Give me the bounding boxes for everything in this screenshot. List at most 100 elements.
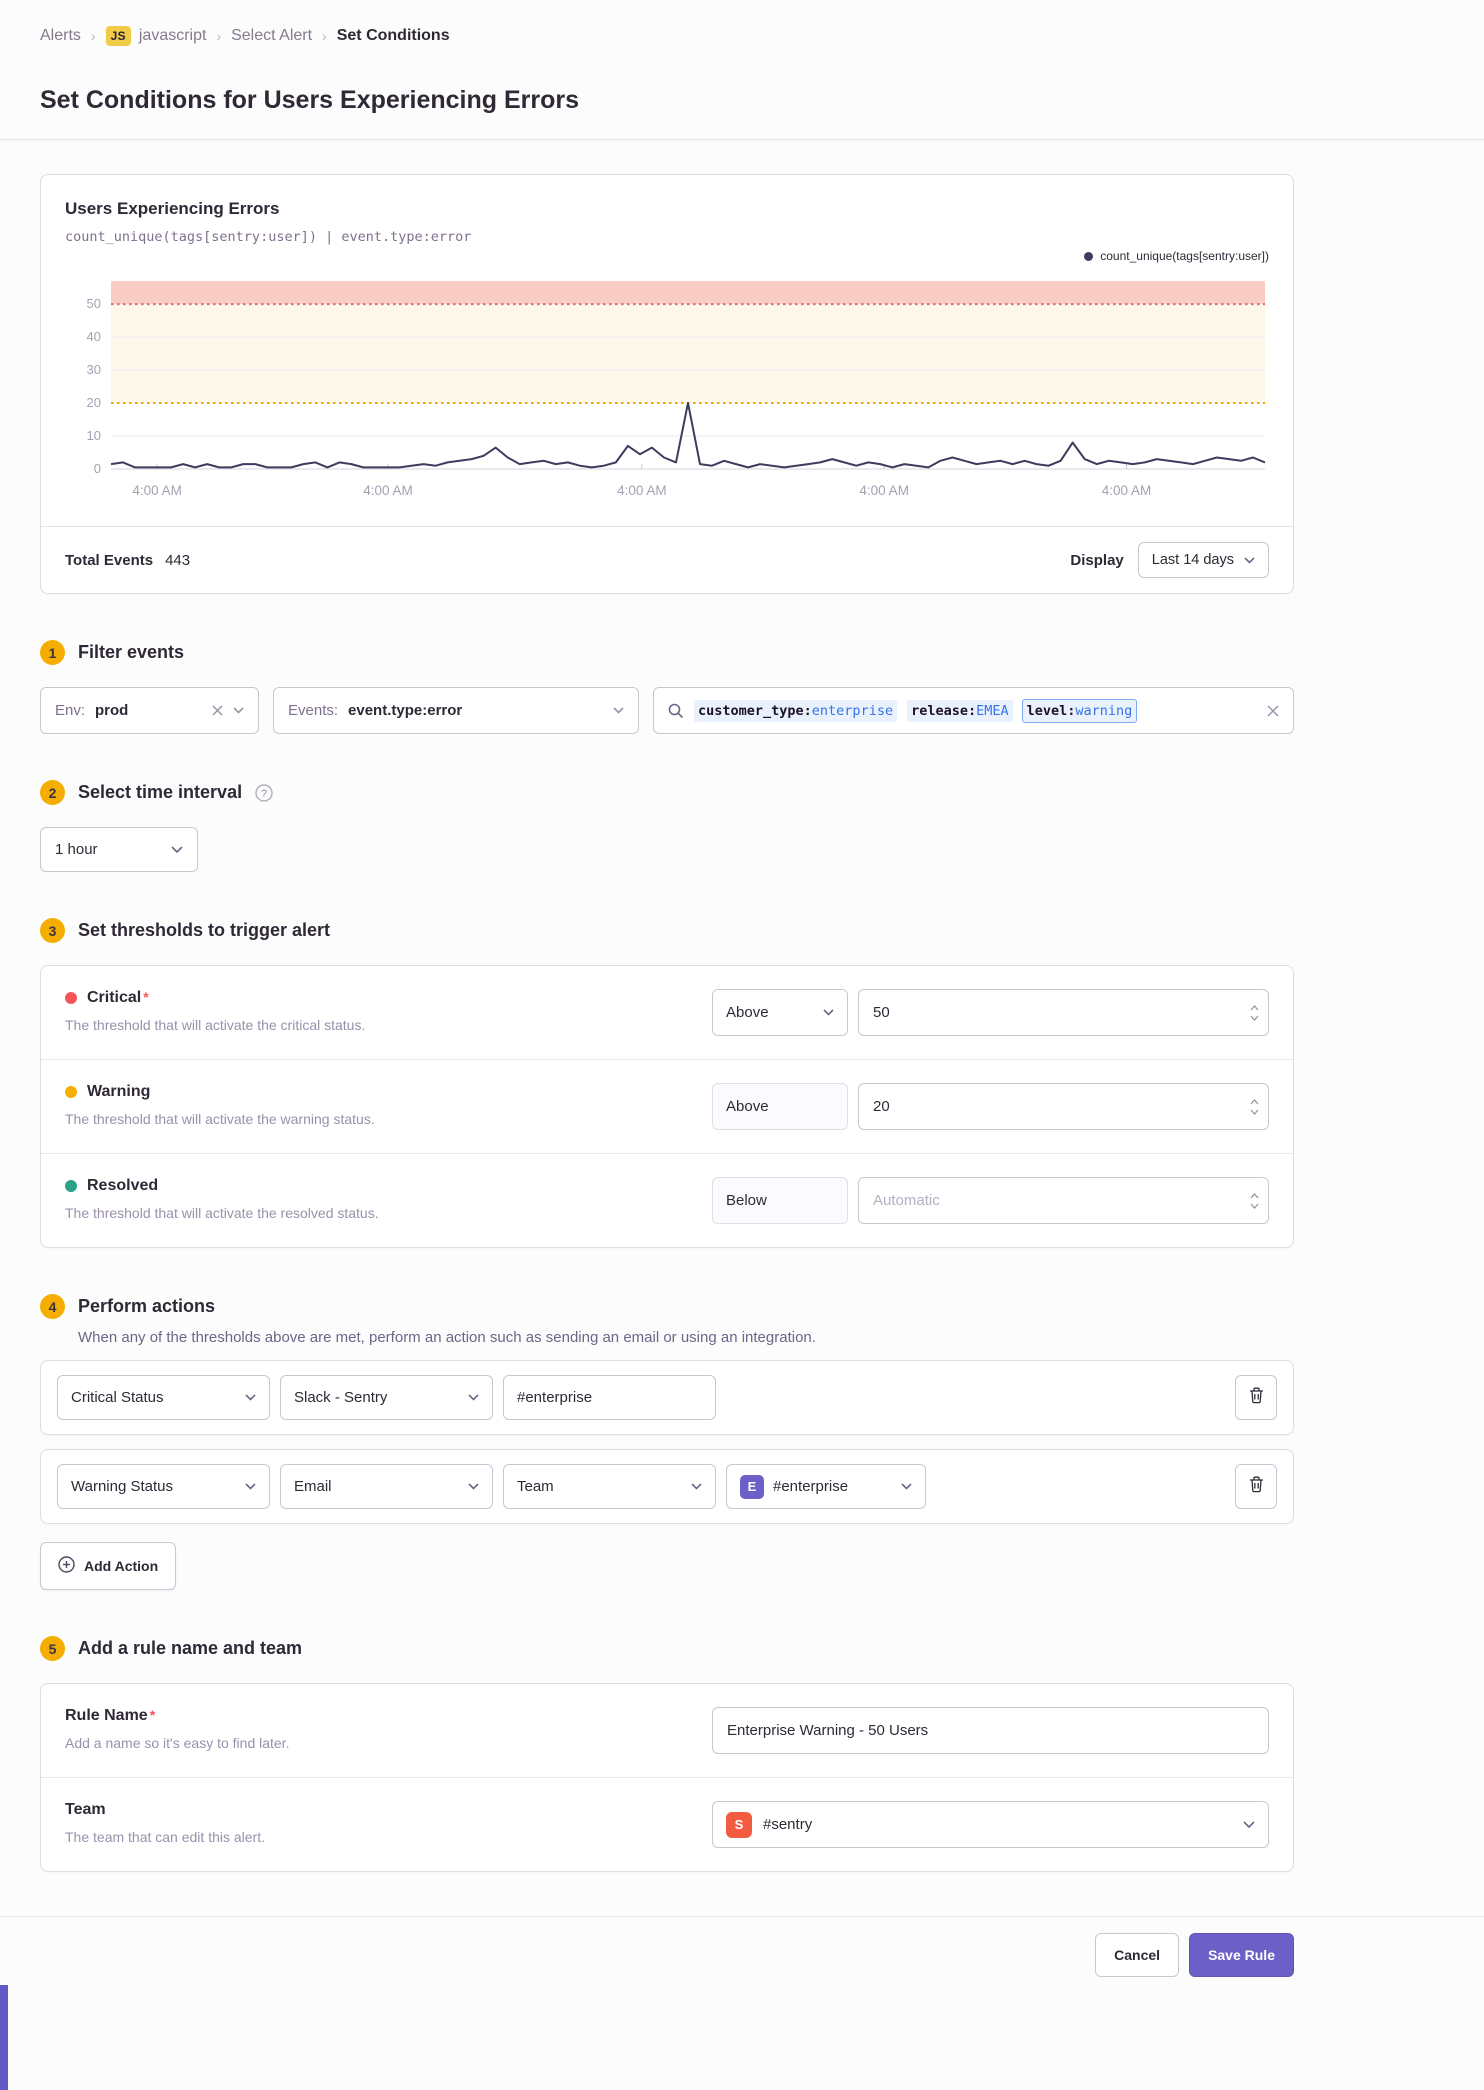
token-key: level: xyxy=(1026,702,1076,719)
events-line-chart: 0 10 20 30 40 50 4:00 AM 4:00 AM 4:00 AM 4:00 AM 4… xyxy=(87,281,1266,498)
warning-threshold-row: Warning The threshold that will activate… xyxy=(41,1059,1293,1153)
action-team-value: #enterprise xyxy=(773,1478,849,1495)
breadcrumb-alerts[interactable]: Alerts xyxy=(40,27,81,45)
resolved-threshold-row: Resolved The threshold that will activat… xyxy=(41,1153,1293,1247)
critical-label: Critical xyxy=(87,989,149,1007)
breadcrumb-separator: › xyxy=(216,28,222,44)
time-interval-dropdown[interactable]: 1 hour xyxy=(40,827,198,872)
token-value: EMEA xyxy=(976,702,1009,719)
action-integration-dropdown[interactable]: Email xyxy=(280,1464,493,1509)
action-row-warning: Warning Status Email Team E #enterprise xyxy=(40,1449,1294,1524)
section-time-interval: 2 Select time interval ? xyxy=(40,780,1294,805)
chevron-down-icon xyxy=(691,1483,702,1490)
action-team-dropdown[interactable]: E #enterprise xyxy=(726,1464,926,1509)
step-1-badge: 1 xyxy=(40,640,65,665)
add-action-label: Add Action xyxy=(84,1558,159,1574)
action-status-dropdown[interactable]: Critical Status xyxy=(57,1375,270,1420)
critical-threshold-input[interactable] xyxy=(858,989,1269,1036)
action-status-value: Critical Status xyxy=(71,1389,164,1406)
critical-description: The threshold that will activate the cri… xyxy=(65,1017,366,1033)
warning-label: Warning xyxy=(87,1083,151,1100)
number-stepper-icon[interactable] xyxy=(1250,1098,1259,1115)
rule-name-description: Add a name so it's easy to find later. xyxy=(65,1735,290,1751)
chart-query: count_unique(tags[sentry:user]) | event.… xyxy=(65,229,472,245)
chevron-down-icon xyxy=(245,1483,256,1490)
svg-text:4:00 AM: 4:00 AM xyxy=(859,483,909,498)
chart-title: Users Experiencing Errors xyxy=(65,199,280,218)
search-token[interactable]: customer_type:enterprise xyxy=(694,699,898,722)
chevron-down-icon xyxy=(233,707,244,714)
rule-name-row: Rule Name Add a name so it's easy to fin… xyxy=(41,1684,1293,1777)
trash-icon xyxy=(1249,1476,1264,1498)
delete-action-button[interactable] xyxy=(1235,1375,1277,1420)
svg-text:40: 40 xyxy=(87,329,101,344)
event-types-dropdown[interactable]: Events: event.type:error xyxy=(273,687,639,734)
chevron-down-icon xyxy=(901,1483,912,1490)
event-search-input[interactable]: customer_type:enterprise release:EMEA le… xyxy=(653,687,1294,734)
rule-name-input[interactable] xyxy=(712,1707,1269,1754)
team-label: Team xyxy=(65,1801,106,1818)
action-status-dropdown[interactable]: Warning Status xyxy=(57,1464,270,1509)
chevron-down-icon xyxy=(468,1483,479,1490)
search-icon xyxy=(668,703,684,719)
critical-status-icon xyxy=(65,992,77,1004)
display-range-dropdown[interactable]: Last 14 days xyxy=(1137,542,1269,578)
action-row-critical: Critical Status Slack - Sentry xyxy=(40,1360,1294,1435)
save-rule-button[interactable]: Save Rule xyxy=(1189,1933,1294,1977)
token-key: release: xyxy=(911,702,977,719)
token-value: enterprise xyxy=(811,702,894,719)
resolved-comparison-display: Below xyxy=(712,1177,848,1224)
total-events-value: 443 xyxy=(165,551,191,569)
add-action-button[interactable]: Add Action xyxy=(40,1542,177,1590)
environment-filter-dropdown[interactable]: Env: prod xyxy=(40,687,259,734)
svg-text:4:00 AM: 4:00 AM xyxy=(363,483,413,498)
resolved-threshold-input[interactable] xyxy=(858,1177,1269,1224)
number-stepper-icon[interactable] xyxy=(1250,1004,1259,1021)
chevron-down-icon xyxy=(171,845,183,854)
help-icon[interactable]: ? xyxy=(255,783,273,802)
action-integration-dropdown[interactable]: Slack - Sentry xyxy=(280,1375,493,1420)
action-integration-value: Email xyxy=(294,1478,332,1495)
svg-text:?: ? xyxy=(261,788,267,800)
step-5-badge: 5 xyxy=(40,1636,65,1661)
events-label: Events: xyxy=(288,702,339,719)
critical-threshold-row: Critical The threshold that will activat… xyxy=(41,966,1293,1059)
action-target-type-dropdown[interactable]: Team xyxy=(503,1464,716,1509)
critical-comparison-value: Above xyxy=(726,1004,769,1021)
env-value: prod xyxy=(95,702,129,719)
breadcrumb-project[interactable]: JS javascript xyxy=(105,26,206,46)
clear-env-icon[interactable] xyxy=(212,705,223,716)
delete-action-button[interactable] xyxy=(1235,1464,1277,1509)
events-value: event.type:error xyxy=(348,702,463,719)
trash-icon xyxy=(1249,1387,1264,1409)
events-chart-panel: Users Experiencing Errors count_unique(t… xyxy=(40,174,1294,594)
warning-status-icon xyxy=(65,1086,77,1098)
team-avatar: E xyxy=(740,1474,764,1499)
resolved-description: The threshold that will activate the res… xyxy=(65,1205,379,1221)
javascript-project-icon: JS xyxy=(105,26,131,46)
warning-comparison-value: Above xyxy=(726,1098,769,1115)
svg-text:20: 20 xyxy=(87,395,101,410)
filter-events-title: Filter events xyxy=(78,642,185,662)
svg-text:4:00 AM: 4:00 AM xyxy=(1102,483,1152,498)
number-stepper-icon[interactable] xyxy=(1250,1192,1259,1209)
team-dropdown[interactable]: S #sentry xyxy=(712,1801,1269,1848)
page-header: Alerts › JS javascript › Select Alert › … xyxy=(0,0,1484,115)
team-value: #sentry xyxy=(763,1816,813,1833)
rule-name-label: Rule Name xyxy=(65,1707,155,1725)
svg-text:0: 0 xyxy=(94,461,101,476)
warning-threshold-input[interactable] xyxy=(858,1083,1269,1130)
plus-circle-icon xyxy=(58,1556,75,1576)
chevron-down-icon xyxy=(1243,1820,1255,1829)
svg-text:4:00 AM: 4:00 AM xyxy=(132,483,182,498)
team-description: The team that can edit this alert. xyxy=(65,1829,265,1845)
action-channel-input[interactable] xyxy=(503,1375,716,1420)
breadcrumb-select-alert[interactable]: Select Alert xyxy=(231,27,312,45)
chevron-down-icon xyxy=(245,1394,256,1401)
clear-search-icon[interactable] xyxy=(1267,704,1279,717)
cancel-button[interactable]: Cancel xyxy=(1095,1933,1180,1977)
search-token[interactable]: release:EMEA xyxy=(907,699,1013,722)
section-rule-name: 5 Add a rule name and team xyxy=(40,1636,1294,1661)
critical-comparison-dropdown[interactable]: Above xyxy=(712,989,848,1036)
search-token[interactable]: level:warning xyxy=(1021,698,1138,723)
